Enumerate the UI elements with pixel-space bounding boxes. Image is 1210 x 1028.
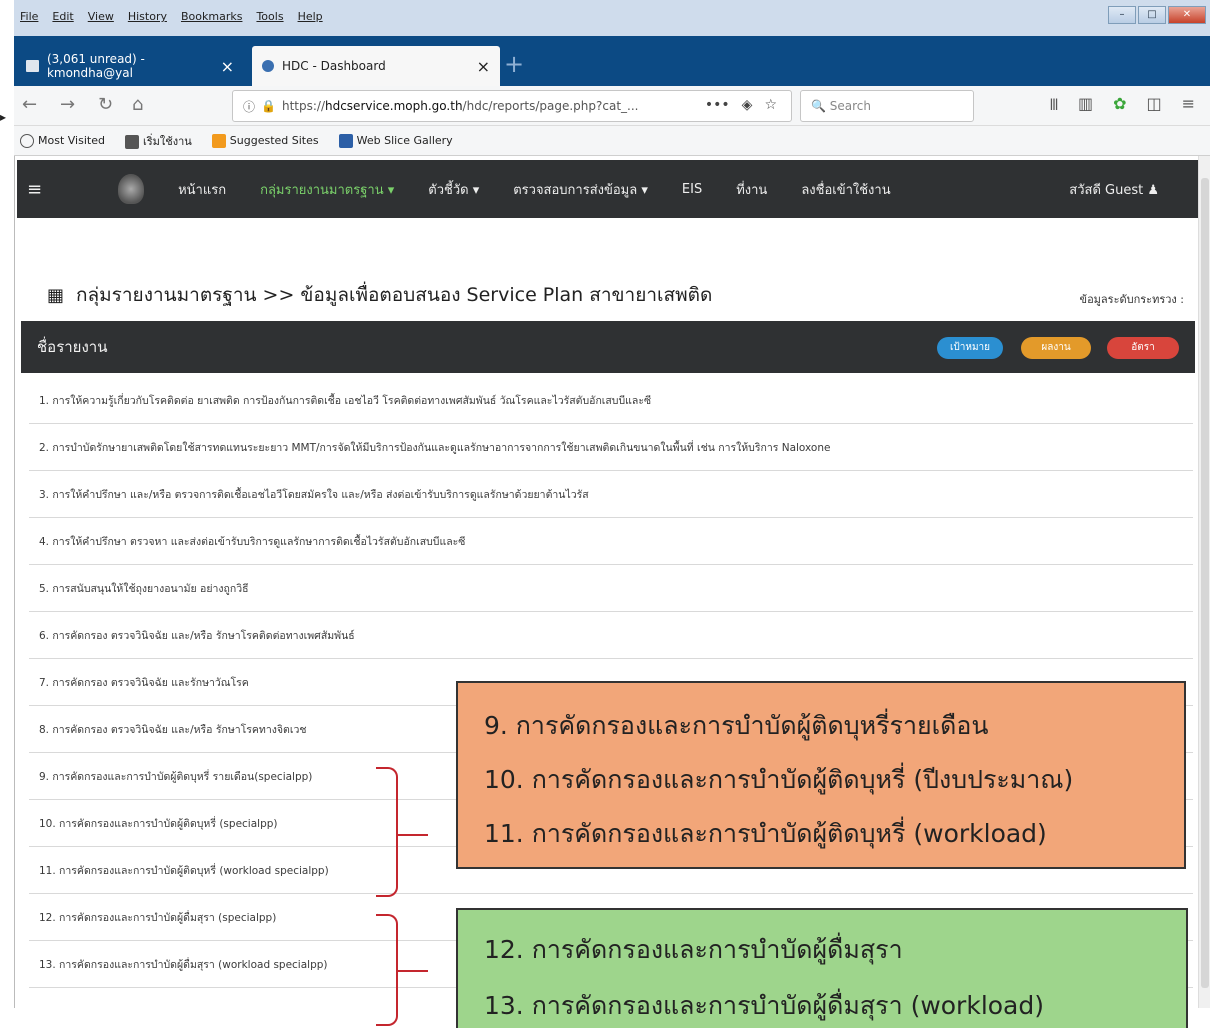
mail-icon — [26, 60, 39, 72]
report-header-label: ชื่อรายงาน — [37, 338, 108, 356]
scrollbar-thumb[interactable] — [1201, 178, 1209, 988]
forward-icon[interactable]: → — [60, 94, 75, 115]
table-icon: ▦ — [47, 284, 65, 306]
nav-home[interactable]: หน้าแรก — [178, 179, 226, 200]
title-bar: File Edit View History Bookmarks Tools H… — [14, 0, 1210, 36]
nav-data-check[interactable]: ตรวจสอบการส่งข้อมูล ▾ — [513, 179, 648, 200]
nav-standard-reports[interactable]: กลุ่มรายงานมาตรฐาน ▾ — [260, 179, 394, 200]
red-brace-tip — [398, 834, 428, 836]
site-logo[interactable] — [118, 174, 145, 204]
menu-help[interactable]: Help — [298, 10, 323, 23]
menu-edit[interactable]: Edit — [52, 10, 73, 23]
tab-close-icon[interactable]: × — [221, 57, 234, 76]
bookmark-suggested-sites[interactable]: Suggested Sites — [211, 133, 319, 148]
nav-workload[interactable]: ที่งาน — [736, 179, 767, 200]
report-item-1[interactable]: 1. การให้ความรู้เกี่ยวกับโรคติดต่อ ยาเสพ… — [29, 377, 1193, 424]
menu-bar: File Edit View History Bookmarks Tools H… — [20, 10, 323, 23]
reader-icon[interactable]: ◫ — [1147, 94, 1162, 121]
maximize-button[interactable]: □ — [1138, 6, 1166, 24]
home-icon[interactable]: ⌂ — [132, 94, 143, 115]
rate-badge[interactable]: อัตรา — [1107, 337, 1179, 359]
url-text: https://hdcservice.moph.go.th/hdc/report… — [281, 99, 639, 113]
reload-icon[interactable]: ↻ — [98, 94, 113, 115]
book-icon — [124, 134, 139, 149]
red-brace-alcohol — [376, 914, 398, 1026]
menu-bookmarks[interactable]: Bookmarks — [181, 10, 242, 23]
callout-smoking: 9. การคัดกรองและการบำบัดผู้ติดบุหรี่รายเ… — [456, 681, 1186, 869]
bookmark-star-icon[interactable]: ☆ — [764, 97, 777, 113]
sidebar-icon[interactable]: ▥ — [1078, 94, 1093, 121]
ie-icon — [211, 133, 226, 148]
minimize-button[interactable]: – — [1108, 6, 1136, 24]
info-icon[interactable]: ⓘ — [243, 98, 255, 115]
menu-tools[interactable]: Tools — [256, 10, 283, 23]
user-greeting[interactable]: สวัสดี Guest ♟ — [1069, 179, 1159, 200]
tab-hdc-dashboard[interactable]: HDC - Dashboard × — [252, 46, 500, 86]
bookmarks-bar: Most Visited เริ่มใช้งาน Suggested Sites… — [14, 126, 1210, 156]
menu-view[interactable]: View — [88, 10, 114, 23]
page-title-text: กลุ่มรายงานมาตรฐาน >> ข้อมูลเพื่อตอบสนอง… — [76, 284, 713, 306]
tab-strip: (3,061 unread) - kmondha@yal × HDC - Das… — [14, 36, 1210, 86]
callout-line: 11. การคัดกรองและการบำบัดผู้ติดบุหรี่ (w… — [484, 819, 1047, 848]
result-badge[interactable]: ผลงาน — [1021, 337, 1091, 359]
report-item-4[interactable]: 4. การให้คำปรึกษา ตรวจหา และส่งต่อเข้ารั… — [29, 518, 1193, 565]
report-item-3[interactable]: 3. การให้คำปรึกษา และ/หรือ ตรวจการติดเชื… — [29, 471, 1193, 518]
url-tools: ••• ◈ ☆ — [705, 97, 777, 113]
back-icon[interactable]: ← — [22, 94, 37, 115]
bookmark-most-visited[interactable]: Most Visited — [20, 133, 105, 148]
menu-toggle-icon[interactable]: ≡ — [27, 179, 42, 200]
callout-line: 12. การคัดกรองและการบำบัดผู้ดื่มสุรา — [484, 935, 903, 964]
page-content: ≡ หน้าแรก กลุ่มรายงานมาตรฐาน ▾ ตัวชี้วัด… — [14, 156, 1210, 1008]
search-input[interactable]: 🔍 Search — [800, 90, 974, 122]
callout-line: 9. การคัดกรองและการบำบัดผู้ติดบุหรี่รายเ… — [484, 711, 989, 740]
red-brace-smoking — [376, 767, 398, 897]
report-item-6[interactable]: 6. การคัดกรอง ตรวจวินิจฉัย และ/หรือ รักษ… — [29, 612, 1193, 659]
menu-file[interactable]: File — [20, 10, 38, 23]
menu-history[interactable]: History — [128, 10, 167, 23]
tab-close-icon[interactable]: × — [477, 57, 490, 76]
toolbar-icons: 𝍫 ▥ ✿ ◫ ≡ — [1050, 94, 1195, 121]
pocket-icon[interactable]: ◈ — [742, 97, 753, 113]
extension-icon[interactable]: ✿ — [1113, 94, 1126, 121]
nav-eis[interactable]: EIS — [682, 182, 702, 197]
navigation-toolbar: ← → ↻ ⌂ ⓘ 🔒 https://hdcservice.moph.go.t… — [14, 86, 1210, 126]
tab-mail-label: (3,061 unread) - kmondha@yal — [46, 52, 145, 80]
nav-login[interactable]: ลงชื่อเข้าใช้งาน — [801, 179, 890, 200]
report-item-5[interactable]: 5. การสนับสนุนให้ใช้ถุงยางอนามัย อย่างถู… — [29, 565, 1193, 612]
new-tab-icon[interactable]: + — [504, 50, 524, 78]
slice-icon — [338, 133, 353, 148]
red-brace-tip — [398, 970, 428, 972]
site-navbar: ≡ หน้าแรก กลุ่มรายงานมาตรฐาน ▾ ตัวชี้วัด… — [17, 160, 1199, 218]
window-controls: – □ ✕ — [1108, 6, 1206, 24]
callout-line: 10. การคัดกรองและการบำบัดผู้ติดบุหรี่ (ป… — [484, 765, 1074, 794]
search-placeholder: Search — [829, 99, 872, 113]
library-icon[interactable]: 𝍫 — [1050, 94, 1058, 121]
report-table-header: ชื่อรายงาน เป้าหมาย ผลงาน อัตรา — [21, 321, 1195, 373]
report-item-2[interactable]: 2. การบำบัดรักษายาเสพติดโดยใช้สารทดแทนระ… — [29, 424, 1193, 471]
page-title: ▦ กลุ่มรายงานมาตรฐาน >> ข้อมูลเพื่อตอบสน… — [47, 280, 712, 310]
bookmark-getting-started[interactable]: เริ่มใช้งาน — [124, 132, 192, 150]
nav-indicators[interactable]: ตัวชี้วัด ▾ — [428, 179, 479, 200]
page-actions-icon[interactable]: ••• — [705, 97, 730, 113]
bookmark-web-slice[interactable]: Web Slice Gallery — [338, 133, 453, 148]
hamburger-menu-icon[interactable]: ≡ — [1182, 94, 1195, 121]
data-level-label: ข้อมูลระดับกระทรวง : — [1079, 293, 1184, 306]
search-icon: 🔍 — [811, 99, 826, 113]
target-badge[interactable]: เป้าหมาย — [937, 337, 1003, 359]
tab-hdc-label: HDC - Dashboard — [282, 59, 386, 73]
window-close-button[interactable]: ✕ — [1168, 6, 1206, 24]
lock-icon: 🔒 — [261, 99, 276, 113]
pointer-arrow-icon: ▸ — [0, 110, 7, 124]
tab-mail[interactable]: (3,061 unread) - kmondha@yal × — [16, 46, 244, 86]
gear-icon — [20, 133, 34, 148]
page-scrollbar[interactable] — [1198, 156, 1210, 1008]
callout-line: 13. การคัดกรองและการบำบัดผู้ดื่มสุรา (wo… — [484, 991, 1044, 1020]
globe-icon — [262, 60, 274, 72]
callout-alcohol: 12. การคัดกรองและการบำบัดผู้ดื่มสุรา 13.… — [456, 908, 1188, 1028]
url-bar[interactable]: ⓘ 🔒 https://hdcservice.moph.go.th/hdc/re… — [232, 90, 792, 122]
